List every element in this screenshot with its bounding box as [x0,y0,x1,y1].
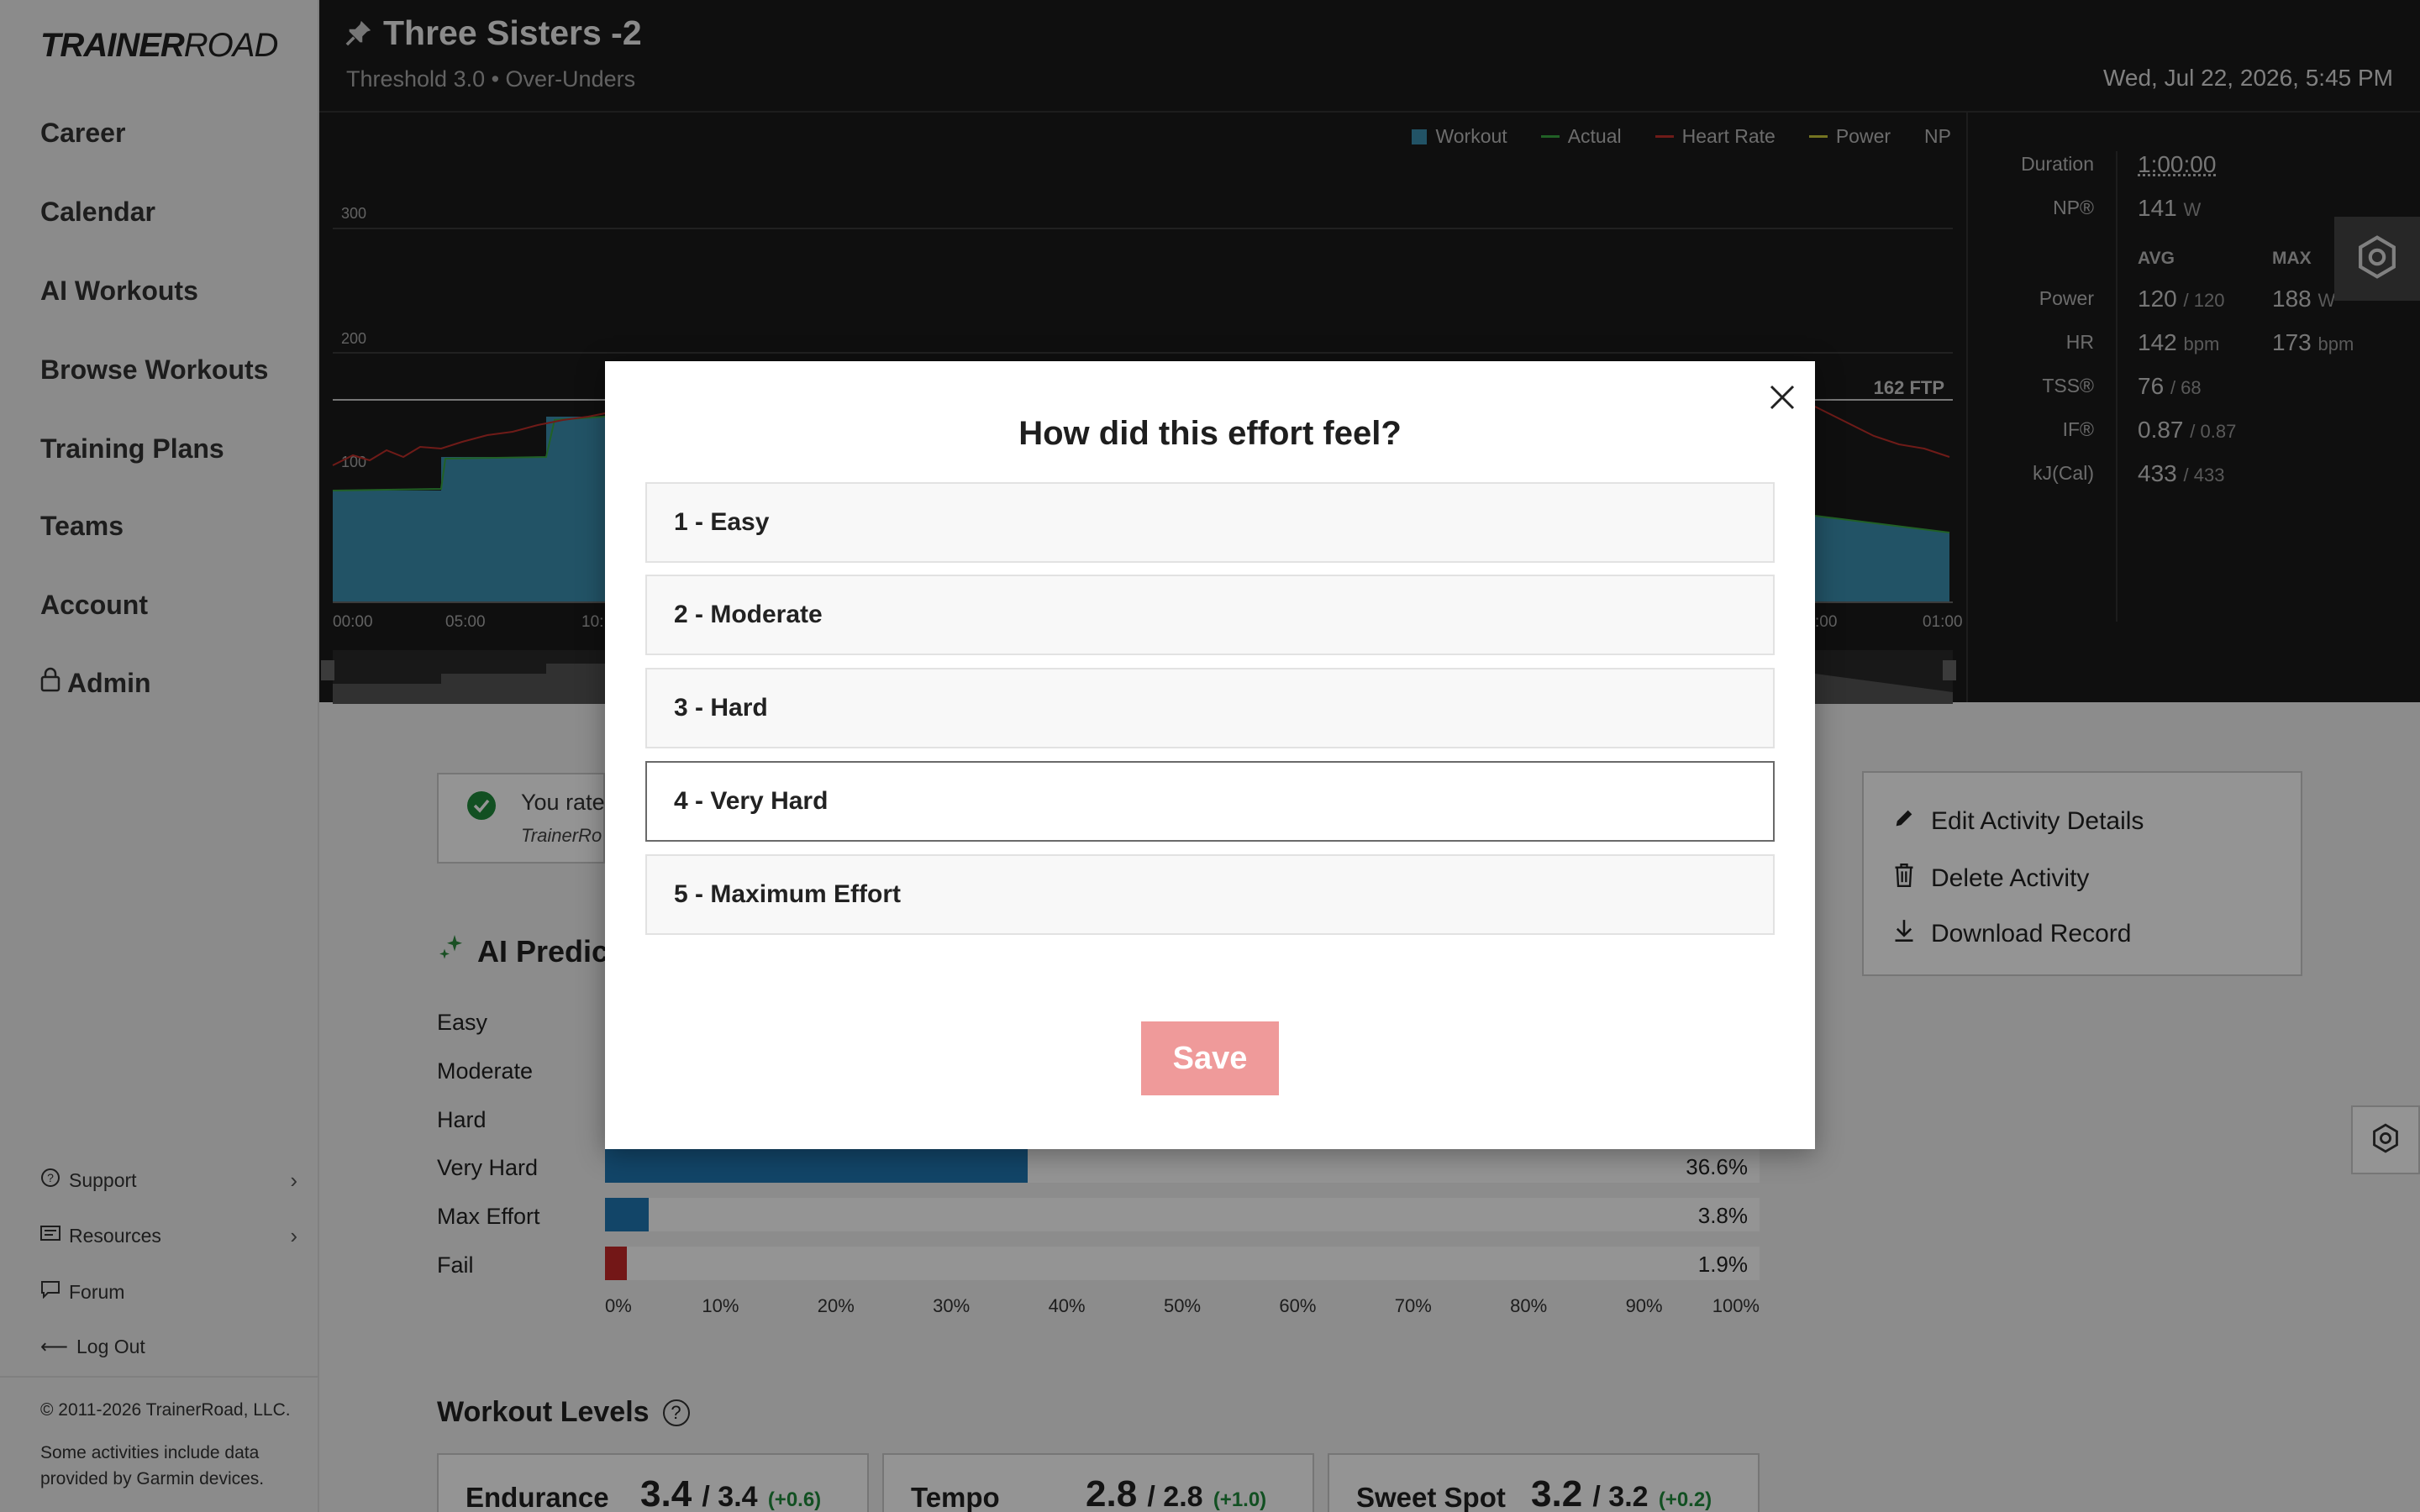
effort-option-maximum-effort[interactable]: 5 - Maximum Effort [645,854,1775,935]
effort-option-moderate[interactable]: 2 - Moderate [645,575,1775,655]
close-icon [1769,384,1796,415]
effort-option-easy[interactable]: 1 - Easy [645,482,1775,563]
close-button[interactable] [1763,380,1802,418]
save-button[interactable]: Save [1141,1021,1279,1095]
effort-option-very-hard[interactable]: 4 - Very Hard [645,761,1775,842]
effort-rating-modal: How did this effort feel? 1 - Easy 2 - M… [605,361,1815,1149]
modal-title: How did this effort feel? [1018,415,1402,452]
effort-option-hard[interactable]: 3 - Hard [645,668,1775,748]
